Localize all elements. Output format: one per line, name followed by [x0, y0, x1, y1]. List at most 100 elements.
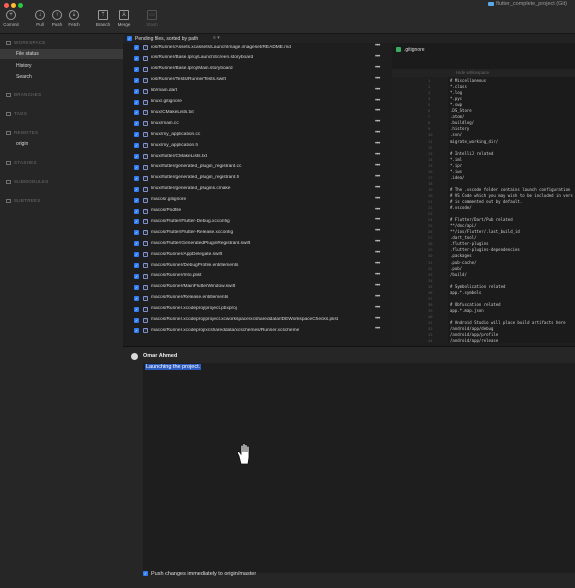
commit-message-text[interactable]: Launching the project. [145, 364, 202, 370]
file-actions-button[interactable]: ••• [375, 108, 380, 114]
file-row[interactable]: ✓? macos/Runner/Release.entitlements ••• [130, 294, 386, 303]
stage-file-checkbox[interactable]: ✓ [134, 219, 139, 225]
file-actions-button[interactable]: ••• [375, 119, 380, 125]
file-actions-button[interactable]: ••• [375, 174, 380, 180]
stage-file-checkbox[interactable]: ✓ [134, 121, 139, 127]
file-actions-button[interactable]: ••• [375, 207, 380, 213]
file-row[interactable]: ✓? macos/Flutter/GeneratedPluginRegistran… [130, 239, 386, 248]
file-actions-button[interactable]: ••• [375, 141, 380, 147]
file-actions-button[interactable]: ••• [375, 130, 380, 136]
stage-file-checkbox[interactable]: ✓ [134, 273, 139, 279]
stash-button[interactable]: ▭ Stash [142, 10, 162, 27]
file-row[interactable]: ✓? ios/Runner/Assets.xcassets/LaunchImage… [130, 43, 386, 52]
stage-file-checkbox[interactable]: ✓ [134, 143, 139, 149]
pending-files-label[interactable]: Pending files, sorted by path [135, 36, 198, 42]
minimize-window-button[interactable] [11, 3, 16, 8]
file-actions-button[interactable]: ••• [375, 163, 380, 169]
file-row[interactable]: ✓? macos/Runner.xcodeproj/project.xcworks… [130, 316, 386, 325]
stage-file-checkbox[interactable]: ✓ [134, 208, 139, 214]
sidebar-item-origin[interactable]: origin [16, 141, 28, 147]
file-row[interactable]: ✓? linux/my_application.cc ••• [130, 130, 386, 139]
file-actions-button[interactable]: ••• [375, 305, 380, 311]
stage-file-checkbox[interactable]: ✓ [134, 154, 139, 159]
stage-file-checkbox[interactable]: ✓ [134, 88, 139, 94]
file-row[interactable]: ✓? macos/Flutter/Flutter-Release.xcconfig… [130, 228, 386, 237]
merge-button[interactable]: ⅄ Merge [114, 10, 134, 27]
file-row[interactable]: ✓? macos/Flutter/Flutter-Debug.xcconfig ••… [130, 217, 386, 226]
stage-file-checkbox[interactable]: ✓ [134, 230, 139, 236]
file-actions-button[interactable]: ••• [375, 152, 380, 158]
hunk-action-button[interactable]: Hide whitespace [456, 70, 489, 75]
file-actions-button[interactable]: ••• [375, 54, 380, 60]
sidebar-remotes-header[interactable]: REMOTES [6, 130, 38, 135]
branch-button[interactable]: ᛘ Branch [93, 10, 113, 27]
file-row[interactable]: ✓? lib/main.dart ••• [130, 87, 386, 96]
file-actions-button[interactable]: ••• [375, 283, 380, 289]
view-options-dropdown[interactable]: ≡ ▾ [213, 35, 220, 41]
stage-file-checkbox[interactable]: ✓ [134, 66, 139, 72]
stage-file-checkbox[interactable]: ✓ [134, 317, 139, 323]
file-actions-button[interactable]: ••• [375, 217, 380, 223]
stage-file-checkbox[interactable]: ✓ [134, 252, 139, 258]
stage-file-checkbox[interactable]: ✓ [134, 132, 139, 138]
file-actions-button[interactable]: ••• [375, 250, 380, 256]
file-row[interactable]: ✓? linux/CMakeLists.txt ••• [130, 108, 386, 117]
sidebar-submodules-header[interactable]: SUBMODULES [6, 179, 49, 184]
commit-button[interactable]: + Commit [1, 10, 21, 27]
file-actions-button[interactable]: ••• [375, 43, 380, 49]
file-row[interactable]: ✓? macos/.gitignore ••• [130, 196, 386, 205]
file-row[interactable]: ✓? macos/Runner/MainFlutterWindow.swift ••… [130, 283, 386, 292]
file-row[interactable]: ✓? linux/my_application.h ••• [130, 141, 386, 150]
stage-file-checkbox[interactable]: ✓ [134, 306, 139, 312]
stage-file-checkbox[interactable]: ✓ [134, 99, 139, 105]
file-actions-button[interactable]: ••• [375, 239, 380, 245]
file-row[interactable]: ✓? linux/flutter/generated_plugin_registr… [130, 163, 386, 172]
file-row[interactable]: ✓? macos/Runner.xcodeproj/xcshareddata/xc… [130, 326, 386, 335]
stage-file-checkbox[interactable]: ✓ [134, 175, 139, 181]
stage-file-checkbox[interactable]: ✓ [134, 164, 139, 170]
file-actions-button[interactable]: ••• [375, 326, 380, 332]
stage-file-checkbox[interactable]: ✓ [134, 328, 139, 334]
file-actions-button[interactable]: ••• [375, 196, 380, 202]
stage-file-checkbox[interactable]: ✓ [134, 186, 139, 192]
file-actions-button[interactable]: ••• [375, 76, 380, 82]
sidebar-item-file-status[interactable]: File status [16, 51, 39, 57]
file-actions-button[interactable]: ••• [375, 316, 380, 322]
stage-file-checkbox[interactable]: ✓ [134, 197, 139, 203]
stage-file-checkbox[interactable]: ✓ [134, 263, 139, 268]
file-row[interactable]: ✓? macos/Runner.xcodeproj/project.pbxproj… [130, 305, 386, 314]
file-actions-button[interactable]: ••• [375, 87, 380, 93]
sidebar-item-history[interactable]: History [16, 63, 32, 69]
file-row[interactable]: ✓? ios/Runner/Base.lproj/LaunchScreen.sto… [130, 54, 386, 63]
sidebar-item-search[interactable]: Search [16, 74, 32, 80]
sidebar-branches-header[interactable]: BRANCHES [6, 92, 41, 97]
file-actions-button[interactable]: ••• [375, 228, 380, 234]
stage-file-checkbox[interactable]: ✓ [134, 284, 139, 290]
stage-file-checkbox[interactable]: ✓ [134, 295, 139, 301]
fetch-button[interactable]: ⇣ Fetch [64, 10, 84, 27]
file-row[interactable]: ✓? ios/Runner/Tests/RunnerTests.swift ••• [130, 76, 386, 85]
file-actions-button[interactable]: ••• [375, 261, 380, 267]
file-row[interactable]: ✓? macos/Podfile ••• [130, 207, 386, 216]
sidebar-tags-header[interactable]: TAGS [6, 111, 27, 116]
file-actions-button[interactable]: ••• [375, 98, 380, 104]
stage-file-checkbox[interactable]: ✓ [134, 110, 139, 116]
file-row[interactable]: ✓? linux/flutter/CMakeLists.txt ••• [130, 152, 386, 161]
stage-file-checkbox[interactable]: ✓ [134, 241, 139, 247]
file-actions-button[interactable]: ••• [375, 65, 380, 71]
sidebar-subtrees-header[interactable]: SUBTREES [6, 198, 41, 203]
maximize-window-button[interactable] [18, 3, 23, 8]
close-window-button[interactable] [4, 3, 9, 8]
file-row[interactable]: ✓? linux/.gitignore ••• [130, 98, 386, 107]
file-row[interactable]: ✓? macos/Runner/Info.plist ••• [130, 272, 386, 281]
stage-all-checkbox[interactable]: ✓ [127, 36, 132, 41]
file-actions-button[interactable]: ••• [375, 272, 380, 278]
file-actions-button[interactable]: ••• [375, 185, 380, 191]
file-row[interactable]: ✓? macos/Runner/DebugProfile.entitlements… [130, 261, 386, 270]
sidebar-workspace-header[interactable]: WORKSPACE [6, 40, 46, 45]
push-immediately-checkbox[interactable]: ✓ [143, 571, 148, 577]
file-actions-button[interactable]: ••• [375, 294, 380, 300]
stage-file-checkbox[interactable]: ✓ [134, 55, 139, 61]
file-row[interactable]: ✓? linux/main.cc ••• [130, 119, 386, 128]
file-row[interactable]: ✓? ios/Runner/Base.lproj/Main.storyboard •… [130, 65, 386, 74]
